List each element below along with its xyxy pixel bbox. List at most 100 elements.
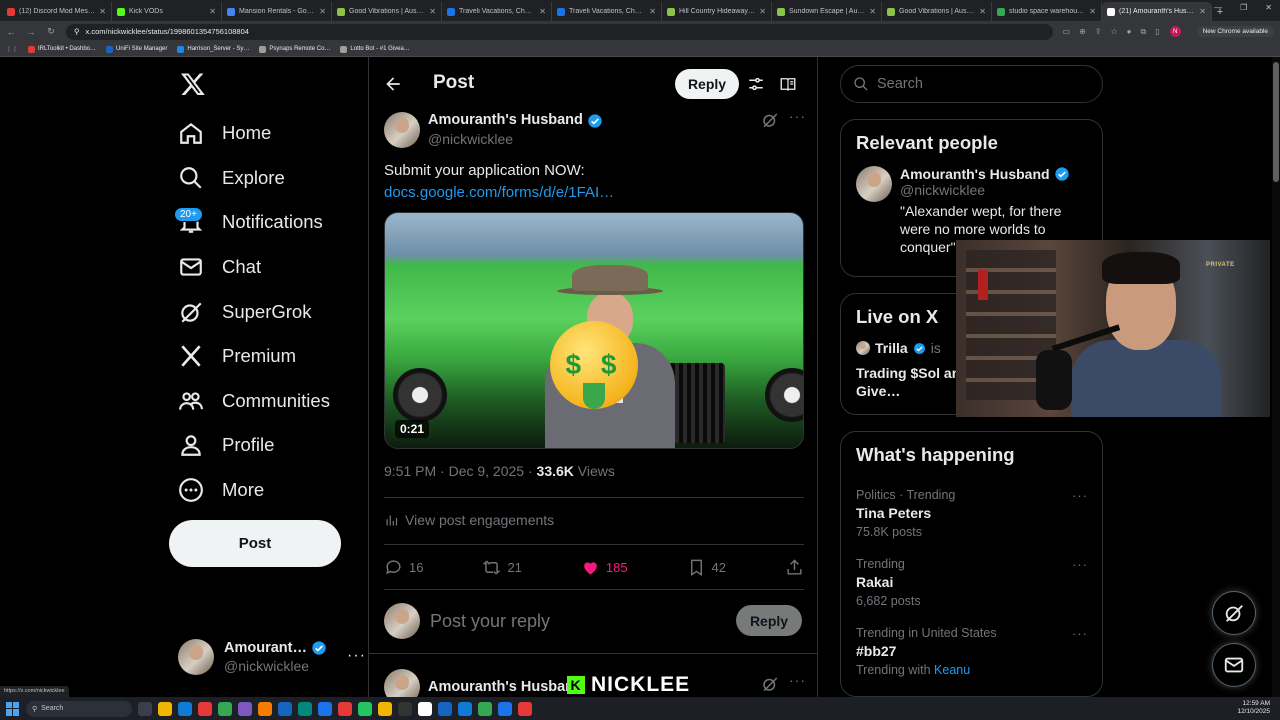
nav-item-home[interactable]: Home bbox=[178, 113, 271, 153]
taskbar-app-icon[interactable] bbox=[418, 701, 432, 716]
nav-item-supergrok[interactable]: SuperGrok bbox=[178, 292, 311, 332]
author-handle[interactable]: @nickwicklee bbox=[428, 130, 603, 149]
browser-tab[interactable]: Sundown Escape | Austin… ✕ bbox=[772, 2, 882, 21]
avatar[interactable] bbox=[856, 166, 892, 202]
tab-close-icon[interactable]: ✕ bbox=[1089, 7, 1096, 16]
account-more-icon[interactable]: ··· bbox=[347, 647, 366, 665]
trend-more-icon[interactable]: ··· bbox=[1072, 557, 1088, 572]
like-action[interactable]: 185 bbox=[581, 558, 628, 577]
forward-nav-icon[interactable]: → bbox=[26, 27, 36, 37]
reply-input[interactable]: Post your reply bbox=[430, 611, 550, 632]
tab-close-icon[interactable]: ✕ bbox=[869, 7, 876, 16]
reader-view-icon[interactable] bbox=[779, 75, 797, 93]
taskbar-app-icon[interactable] bbox=[298, 701, 312, 716]
taskbar-app-icon[interactable] bbox=[478, 701, 492, 716]
trend-more-icon[interactable]: ··· bbox=[1072, 626, 1088, 641]
bookmark-star-icon[interactable]: ☆ bbox=[1110, 27, 1117, 37]
nav-item-premium[interactable]: Premium bbox=[178, 336, 296, 376]
bookmark-action[interactable]: 42 bbox=[687, 558, 726, 577]
site-info-icon[interactable]: ⚲ bbox=[74, 27, 80, 36]
browser-tab[interactable]: (12) Discord Mod Messag…✕ bbox=[2, 2, 112, 21]
url-input[interactable]: ⚲ x.com/nickwicklee/status/1998601354756… bbox=[66, 23, 1053, 40]
taskbar-app-icon[interactable] bbox=[378, 701, 392, 716]
messages-fab-button[interactable] bbox=[1212, 643, 1256, 687]
bookmark-item[interactable]: IRLToolkit • Dashbo… bbox=[28, 45, 96, 53]
reply-header-button[interactable]: Reply bbox=[675, 69, 739, 99]
trend-item[interactable]: Politics · Trending Tina Peters 75.8K post… bbox=[841, 478, 1102, 547]
taskbar-app-icon[interactable] bbox=[358, 701, 372, 716]
close-window-icon[interactable]: ✕ bbox=[1265, 3, 1272, 12]
grok-icon[interactable] bbox=[761, 675, 779, 693]
sidepanel-icon[interactable]: ▯ bbox=[1155, 27, 1159, 37]
browser-tab[interactable]: (21) Amouranth's Husban… ✕ bbox=[1102, 2, 1212, 21]
browser-tab[interactable]: Good Vibrations | Austin… ✕ bbox=[882, 2, 992, 21]
trend-with-link[interactable]: Keanu bbox=[934, 663, 970, 677]
cast-icon[interactable]: ▭ bbox=[1063, 27, 1071, 37]
grok-fab-button[interactable] bbox=[1212, 591, 1256, 635]
nav-item-notifications[interactable]: 20+ Notifications bbox=[174, 202, 323, 242]
taskbar-app-icon[interactable] bbox=[138, 701, 152, 716]
taskbar-app-icon[interactable] bbox=[258, 701, 272, 716]
tab-close-icon[interactable]: ✕ bbox=[759, 7, 766, 16]
share-icon[interactable]: ⇪ bbox=[1095, 27, 1102, 37]
reply-submit-button[interactable]: Reply bbox=[736, 605, 802, 636]
system-clock[interactable]: 12:59 AM 12/10/2025 bbox=[1237, 700, 1270, 716]
search-input[interactable]: Search bbox=[840, 65, 1103, 103]
post-timestamp[interactable]: 9:51 PM · Dec 9, 2025 · bbox=[384, 463, 537, 479]
taskbar-app-icon[interactable] bbox=[158, 701, 172, 716]
reply-author-name[interactable]: Amouranth's Husband bbox=[428, 679, 583, 695]
taskbar-app-icon[interactable] bbox=[498, 701, 512, 716]
browser-tab[interactable]: Kick VODs ✕ bbox=[112, 2, 222, 21]
back-arrow-icon[interactable] bbox=[383, 74, 403, 94]
tab-close-icon[interactable]: ✕ bbox=[319, 7, 326, 16]
post-more-icon[interactable]: ··· bbox=[789, 108, 806, 124]
tab-close-icon[interactable]: ✕ bbox=[99, 7, 106, 16]
post-author[interactable]: Amouranth's Husband @nickwicklee bbox=[384, 110, 603, 150]
taskbar-app-icon[interactable] bbox=[218, 701, 232, 716]
nav-item-more[interactable]: More bbox=[178, 470, 264, 510]
bookmark-item[interactable]: UniFi Site Manager bbox=[106, 45, 167, 53]
chrome-update-button[interactable]: New Chrome available bbox=[1196, 26, 1274, 37]
post-button[interactable]: Post bbox=[169, 520, 341, 567]
bookmark-item[interactable]: Lotto Bot - #1 Givea… bbox=[340, 45, 410, 53]
taskbar-app-icon[interactable] bbox=[278, 701, 292, 716]
reply-more-icon[interactable]: ··· bbox=[789, 672, 806, 688]
share-action[interactable] bbox=[785, 558, 804, 577]
x-logo-icon[interactable] bbox=[180, 71, 206, 97]
tab-close-icon[interactable]: ✕ bbox=[429, 7, 436, 16]
tab-close-icon[interactable]: ✕ bbox=[1199, 7, 1206, 16]
taskbar-app-icon[interactable] bbox=[318, 701, 332, 716]
trend-item[interactable]: Trending in United States #bb27 Trending w… bbox=[841, 616, 1102, 685]
browser-tab[interactable]: studio space warehouse st… ✕ bbox=[992, 2, 1102, 21]
nav-item-chat[interactable]: Chat bbox=[178, 247, 261, 287]
tab-close-icon[interactable]: ✕ bbox=[979, 7, 986, 16]
bookmark-item[interactable]: Psynaps Remote Co… bbox=[259, 45, 330, 53]
tab-close-icon[interactable]: ✕ bbox=[649, 7, 656, 16]
browser-tab[interactable]: Traveli Vacations, Cheap Fl…✕ bbox=[442, 2, 552, 21]
reply-action[interactable]: 16 bbox=[384, 558, 423, 577]
author-display-name[interactable]: Amouranth's Husband bbox=[428, 111, 583, 130]
reply-post[interactable]: Amouranth's Husband bbox=[384, 669, 583, 697]
apps-grid-icon[interactable]: ⋮⋮ bbox=[6, 46, 18, 53]
profile-avatar[interactable]: N bbox=[1169, 26, 1181, 37]
person-display-name[interactable]: Amouranth's Husband bbox=[900, 166, 1050, 182]
minimize-icon[interactable]: — bbox=[1214, 3, 1222, 12]
trend-more-icon[interactable]: ··· bbox=[1072, 488, 1088, 503]
tab-close-icon[interactable]: ✕ bbox=[209, 7, 216, 16]
taskbar-app-icon[interactable] bbox=[398, 701, 412, 716]
page-scrollbar[interactable] bbox=[1272, 57, 1280, 697]
browser-tab[interactable]: Hill Country Hideaway | A… ✕ bbox=[662, 2, 772, 21]
taskbar-app-icon[interactable] bbox=[458, 701, 472, 716]
avatar[interactable] bbox=[384, 669, 420, 697]
sliders-icon[interactable] bbox=[747, 75, 765, 93]
zoom-icon[interactable]: ⊕ bbox=[1079, 27, 1086, 37]
back-nav-icon[interactable]: ← bbox=[6, 27, 16, 37]
view-engagements-link[interactable]: View post engagements bbox=[384, 512, 554, 528]
taskbar-app-icon[interactable] bbox=[518, 701, 532, 716]
nav-item-communities[interactable]: Communities bbox=[178, 381, 330, 421]
avatar[interactable] bbox=[384, 112, 420, 148]
taskbar-app-icon[interactable] bbox=[178, 701, 192, 716]
account-switcher[interactable]: Amourant… @nickwicklee ··· bbox=[178, 635, 365, 679]
tab-close-icon[interactable]: ✕ bbox=[539, 7, 546, 16]
post-video[interactable]: $ $ 0:21 bbox=[384, 212, 804, 449]
